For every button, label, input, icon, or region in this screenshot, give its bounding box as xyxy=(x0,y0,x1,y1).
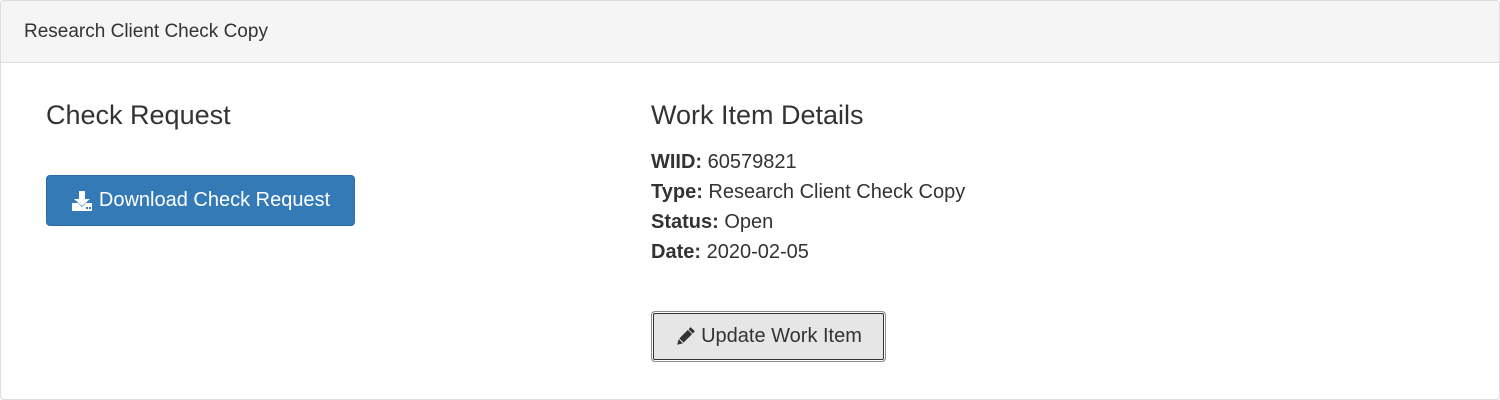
download-check-request-button[interactable]: Download Check Request xyxy=(46,175,355,226)
update-button-label: Update Work Item xyxy=(701,325,862,347)
pencil-icon xyxy=(675,326,695,347)
work-item-details-heading: Work Item Details xyxy=(651,100,864,130)
detail-type: Type: Research Client Check Copy xyxy=(651,177,965,207)
check-request-heading: Check Request xyxy=(46,100,231,130)
details-list: WIID: 60579821 Type: Research Client Che… xyxy=(651,147,965,267)
detail-label: Status: xyxy=(651,211,719,233)
detail-value: 2020-02-05 xyxy=(706,241,809,263)
detail-value: Open xyxy=(724,211,774,233)
detail-label: Date: xyxy=(651,241,702,263)
detail-value: 60579821 xyxy=(707,151,797,173)
panel-heading: Research Client Check Copy xyxy=(1,1,1499,63)
detail-status: Status: Open xyxy=(651,207,965,237)
panel-title: Research Client Check Copy xyxy=(24,21,268,42)
update-work-item-button[interactable]: Update Work Item xyxy=(651,311,886,362)
download-button-label: Download Check Request xyxy=(98,189,331,211)
detail-value: Research Client Check Copy xyxy=(708,181,966,203)
work-item-panel: Research Client Check Copy Check Request… xyxy=(0,0,1500,400)
detail-label: Type: xyxy=(651,181,703,203)
detail-date: Date: 2020-02-05 xyxy=(651,237,965,267)
detail-label: WIID: xyxy=(651,151,703,173)
detail-wiid: WIID: 60579821 xyxy=(651,147,965,177)
download-icon xyxy=(71,190,93,211)
